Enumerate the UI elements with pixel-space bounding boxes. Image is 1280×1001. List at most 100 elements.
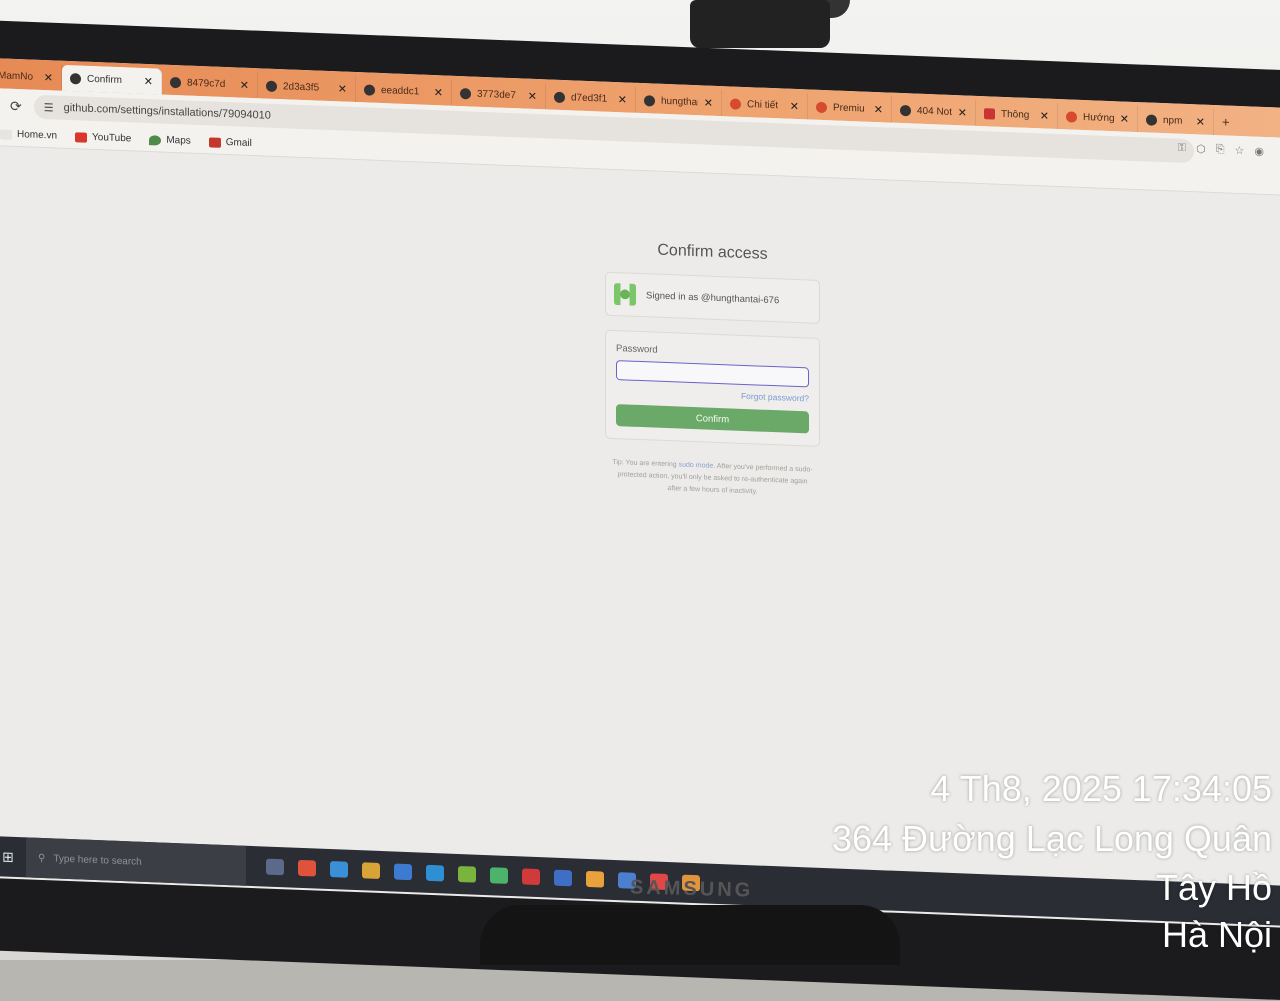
confirm-access-panel: Confirm access Signed in as @hungthantai… xyxy=(605,240,820,501)
taskbar-search[interactable]: ⚲ Type here to search xyxy=(26,837,246,886)
tab-8[interactable]: Chi tiết ✕ xyxy=(722,90,808,120)
tab-6[interactable]: d7ed3f1 ✕ xyxy=(546,83,636,113)
tab-10[interactable]: 404 Not ✕ xyxy=(892,96,976,126)
close-icon[interactable]: ✕ xyxy=(874,102,883,115)
taskbar-app-icon[interactable] xyxy=(426,864,444,882)
globe-icon xyxy=(364,83,375,96)
close-icon[interactable]: ✕ xyxy=(44,71,53,84)
profile-icon[interactable]: ◉ xyxy=(1254,145,1264,158)
bookmark-gmail[interactable]: Gmail xyxy=(208,136,252,150)
new-tab-button[interactable]: + xyxy=(1214,109,1238,136)
tip-suffix: . After you've performed a sudo-protecte… xyxy=(617,462,813,496)
taskbar-app-icon[interactable] xyxy=(522,868,540,886)
signed-in-text: Signed in as @hungthantai-676 xyxy=(646,289,780,306)
tab-label: Chi tiết xyxy=(747,98,779,111)
tab-label: npm xyxy=(1163,114,1183,127)
close-icon[interactable]: ✕ xyxy=(144,74,153,87)
close-icon[interactable]: ✕ xyxy=(528,89,537,102)
tab-7[interactable]: hungthan ✕ xyxy=(636,86,722,117)
tip-prefix: Tip: You are entering xyxy=(612,458,677,469)
bookmark-label: YouTube xyxy=(92,131,132,145)
tab-3[interactable]: 2d3a3f5 ✕ xyxy=(258,72,356,103)
taskbar-app-icon[interactable] xyxy=(298,859,316,877)
bookmark-maps[interactable]: Maps xyxy=(149,134,191,147)
close-icon[interactable]: ✕ xyxy=(1040,109,1049,122)
close-icon[interactable]: ✕ xyxy=(958,106,967,119)
taskbar-app-icon[interactable] xyxy=(586,870,604,888)
translate-icon[interactable]: ⎘ xyxy=(1216,143,1225,156)
tab-label: 404 Not xyxy=(917,105,952,118)
password-label: Password xyxy=(616,343,658,356)
github-icon xyxy=(70,72,81,84)
forgot-password-link[interactable]: Forgot password? xyxy=(616,386,809,404)
close-icon[interactable]: ✕ xyxy=(434,86,443,99)
search-icon: ⚲ xyxy=(38,852,46,864)
password-input[interactable] xyxy=(616,360,809,388)
globe-icon xyxy=(460,87,471,99)
youtube-icon xyxy=(75,131,88,143)
bookmark-label: Maps xyxy=(166,134,191,147)
webcam xyxy=(690,0,830,48)
bookmark-home[interactable]: Home.vn xyxy=(0,128,58,142)
bookmark-label: Gmail xyxy=(225,137,252,150)
signed-in-box: Signed in as @hungthantai-676 xyxy=(605,271,820,324)
gmail-icon xyxy=(984,107,995,120)
tab-9[interactable]: Premiu ✕ xyxy=(808,93,892,123)
maps-icon xyxy=(149,134,162,146)
app-icon xyxy=(816,101,827,113)
tab-label: Thông xyxy=(1001,108,1030,121)
photo-address-line3: Hà Nội xyxy=(1161,914,1272,955)
password-form: Password Forgot password? Confirm xyxy=(605,329,820,447)
taskbar-app-icon[interactable] xyxy=(394,863,412,881)
url-text: github.com/settings/installations/790940… xyxy=(63,101,271,122)
extension-icon[interactable]: ⬡ xyxy=(1196,142,1206,155)
app-icon xyxy=(730,97,741,110)
taskbar-app-icon[interactable] xyxy=(330,861,348,878)
photo-address-line2: Tây Hồ xyxy=(1155,867,1272,908)
windows-start-icon[interactable]: ⊞ xyxy=(0,836,26,877)
bookmark-youtube[interactable]: YouTube xyxy=(75,131,131,144)
tab-13[interactable]: npm ✕ xyxy=(1138,106,1214,136)
reload-icon[interactable]: ⟳ xyxy=(10,97,22,114)
close-icon[interactable]: ✕ xyxy=(618,93,627,106)
close-icon[interactable]: ✕ xyxy=(790,99,799,112)
tab-label: hungthan xyxy=(661,95,698,108)
taskbar-app-icon[interactable] xyxy=(266,858,284,876)
photo-address-line1: 364 Đường Lạc Long Quân xyxy=(831,818,1272,859)
page-title: Confirm access xyxy=(657,241,768,263)
tab-2[interactable]: 8479c7d ✕ xyxy=(162,68,258,99)
close-icon[interactable]: ✕ xyxy=(1120,112,1129,125)
taskbar-app-icon[interactable] xyxy=(362,862,380,879)
tab-11[interactable]: Thông ✕ xyxy=(976,99,1058,130)
taskbar-app-icon[interactable] xyxy=(554,869,572,887)
globe-icon xyxy=(554,91,565,103)
close-icon[interactable]: ✕ xyxy=(704,96,713,109)
bookmark-label: Home.vn xyxy=(17,129,58,142)
tab-label: 8479c7d xyxy=(187,77,226,90)
tab-label: Hướng xyxy=(1083,111,1114,124)
tab-4[interactable]: eeaddc1 ✕ xyxy=(356,76,452,106)
tab-label: eeaddc1 xyxy=(381,84,420,97)
tab-1[interactable]: Confirm ✕ xyxy=(62,64,162,95)
monitor-brand-logo: SAMSUNG xyxy=(629,876,754,902)
globe-icon xyxy=(266,80,277,92)
key-icon[interactable]: ⚿ xyxy=(1178,142,1186,155)
tab-5[interactable]: 3773de7 ✕ xyxy=(452,79,546,110)
taskbar-app-icon[interactable] xyxy=(490,867,508,884)
gmail-icon xyxy=(208,136,221,148)
confirm-button[interactable]: Confirm xyxy=(616,404,809,434)
home-icon xyxy=(0,128,12,140)
star-icon[interactable]: ☆ xyxy=(1235,144,1245,157)
close-icon[interactable]: ✕ xyxy=(240,78,249,91)
close-icon[interactable]: ✕ xyxy=(1196,115,1205,128)
tab-label: MamNo xyxy=(0,69,34,83)
tab-12[interactable]: Hướng ✕ xyxy=(1058,103,1138,133)
tab-0[interactable]: MamNo ✕ xyxy=(0,62,62,91)
site-settings-icon[interactable]: ☰ xyxy=(44,101,54,114)
taskbar-app-icon[interactable] xyxy=(458,865,476,883)
photo-datetime: 4 Th8, 2025 17:34:05 xyxy=(930,768,1272,809)
close-icon[interactable]: ✕ xyxy=(338,82,347,95)
github-icon xyxy=(1146,113,1157,126)
avatar xyxy=(614,282,636,306)
sudo-mode-link[interactable]: sudo mode xyxy=(679,461,714,469)
